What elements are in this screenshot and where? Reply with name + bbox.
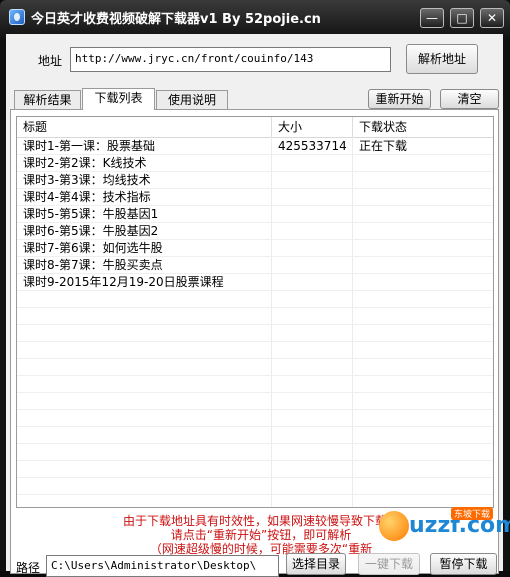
row-title: 课时1-第一课：股票基础 (23, 139, 155, 153)
list-rows: 课时1-第一课：股票基础 425533714 正在下载课时2-第2课：K线技术 课时3… (17, 138, 493, 507)
row-status (353, 257, 493, 273)
table-row[interactable]: 课时8-第7课：牛股买卖点 (17, 257, 493, 274)
row-size (272, 189, 354, 205)
row-size (272, 240, 354, 256)
table-row[interactable]: 课时3-第3课：均线技术 (17, 172, 493, 189)
column-header-size[interactable]: 大小 (272, 117, 352, 137)
row-title: 课时4-第4课：技术指标 (23, 190, 151, 204)
download-list[interactable]: 标题 大小 下载状态 课时1-第一课：股票基础 425533714 正在下载课时2-… (16, 116, 494, 508)
row-size (272, 155, 354, 171)
table-row[interactable]: 课时4-第4课：技术指标 (17, 189, 493, 206)
tab-instructions[interactable]: 使用说明 (156, 90, 228, 109)
row-size: 425533714 (278, 139, 347, 153)
path-label: 路径 (16, 561, 41, 575)
title-bar[interactable]: 今日英才收费视频破解下载器v1 By 52pojie.cn — □ ✕ (0, 0, 510, 34)
tab-parse-result[interactable]: 解析结果 (14, 90, 81, 109)
table-row[interactable] (17, 325, 493, 342)
table-row[interactable]: 课时7-第6课：如何选牛股 (17, 240, 493, 257)
row-size (272, 172, 354, 188)
row-title: 课时9-2015年12月19-20日股票课程 (23, 275, 224, 289)
table-row[interactable]: 课时9-2015年12月19-20日股票课程 (17, 274, 493, 291)
table-row[interactable] (17, 376, 493, 393)
table-row[interactable] (17, 359, 493, 376)
maximize-button[interactable]: □ (450, 8, 474, 28)
clear-button[interactable]: 清空 (440, 89, 499, 109)
row-title: 课时8-第7课：牛股买卖点 (23, 258, 163, 272)
column-header-title[interactable]: 标题 (17, 117, 271, 137)
table-row[interactable] (17, 308, 493, 325)
one-click-download-button[interactable]: 一键下载 (358, 553, 420, 575)
row-status (353, 172, 493, 188)
table-row[interactable]: 课时1-第一课：股票基础 425533714 正在下载 (17, 138, 493, 155)
table-row[interactable] (17, 291, 493, 308)
client-area: 地址 http://www.jryc.cn/front/couinfo/143 … (6, 34, 510, 577)
row-status (353, 206, 493, 222)
table-row[interactable] (17, 461, 493, 478)
table-row[interactable] (17, 478, 493, 495)
address-input[interactable]: http://www.jryc.cn/front/couinfo/143 (70, 47, 391, 72)
row-size (272, 206, 354, 222)
table-row[interactable]: 课时2-第2课：K线技术 (17, 155, 493, 172)
table-row[interactable]: 课时5-第5课：牛股基因1 (17, 206, 493, 223)
pause-download-button[interactable]: 暂停下载 (430, 553, 497, 575)
row-title: 课时5-第5课：牛股基因1 (23, 207, 159, 221)
minimize-button[interactable]: — (420, 8, 444, 28)
window-title: 今日英才收费视频破解下载器v1 By 52pojie.cn (31, 12, 321, 27)
list-header: 标题 大小 下载状态 (17, 117, 493, 138)
table-row[interactable] (17, 444, 493, 461)
table-row[interactable] (17, 393, 493, 410)
table-row[interactable] (17, 427, 493, 444)
row-title: 课时7-第6课：如何选牛股 (23, 241, 163, 255)
row-size (272, 257, 354, 273)
row-title: 课时6-第5课：牛股基因2 (23, 224, 159, 238)
table-row[interactable] (17, 410, 493, 427)
row-status (353, 189, 493, 205)
close-button[interactable]: ✕ (480, 8, 504, 28)
table-row[interactable] (17, 342, 493, 359)
restart-button[interactable]: 重新开始 (368, 89, 431, 109)
column-header-status[interactable]: 下载状态 (353, 117, 493, 137)
row-status (353, 223, 493, 239)
row-title: 课时3-第3课：均线技术 (23, 173, 151, 187)
row-size (272, 274, 354, 290)
watermark-logo: uzzf.com 东坡下载 (379, 507, 510, 547)
watermark-badge: 东坡下载 (451, 507, 494, 520)
row-status (353, 240, 493, 256)
address-label: 地址 (38, 54, 63, 68)
app-icon (9, 9, 25, 25)
watermark-ball-icon (379, 511, 409, 541)
select-directory-button[interactable]: 选择目录 (286, 553, 346, 575)
app-window: 今日英才收费视频破解下载器v1 By 52pojie.cn — □ ✕ 地址 h… (0, 0, 510, 577)
row-title: 课时2-第2课：K线技术 (23, 156, 147, 170)
row-status: 正在下载 (359, 139, 408, 153)
table-row[interactable]: 课时6-第5课：牛股基因2 (17, 223, 493, 240)
path-input[interactable]: C:\Users\Administrator\Desktop\ (46, 555, 279, 577)
row-size (272, 223, 354, 239)
row-status (353, 274, 493, 290)
parse-address-button[interactable]: 解析地址 (406, 44, 478, 74)
row-status (353, 155, 493, 171)
tab-download-list[interactable]: 下载列表 (82, 88, 155, 110)
